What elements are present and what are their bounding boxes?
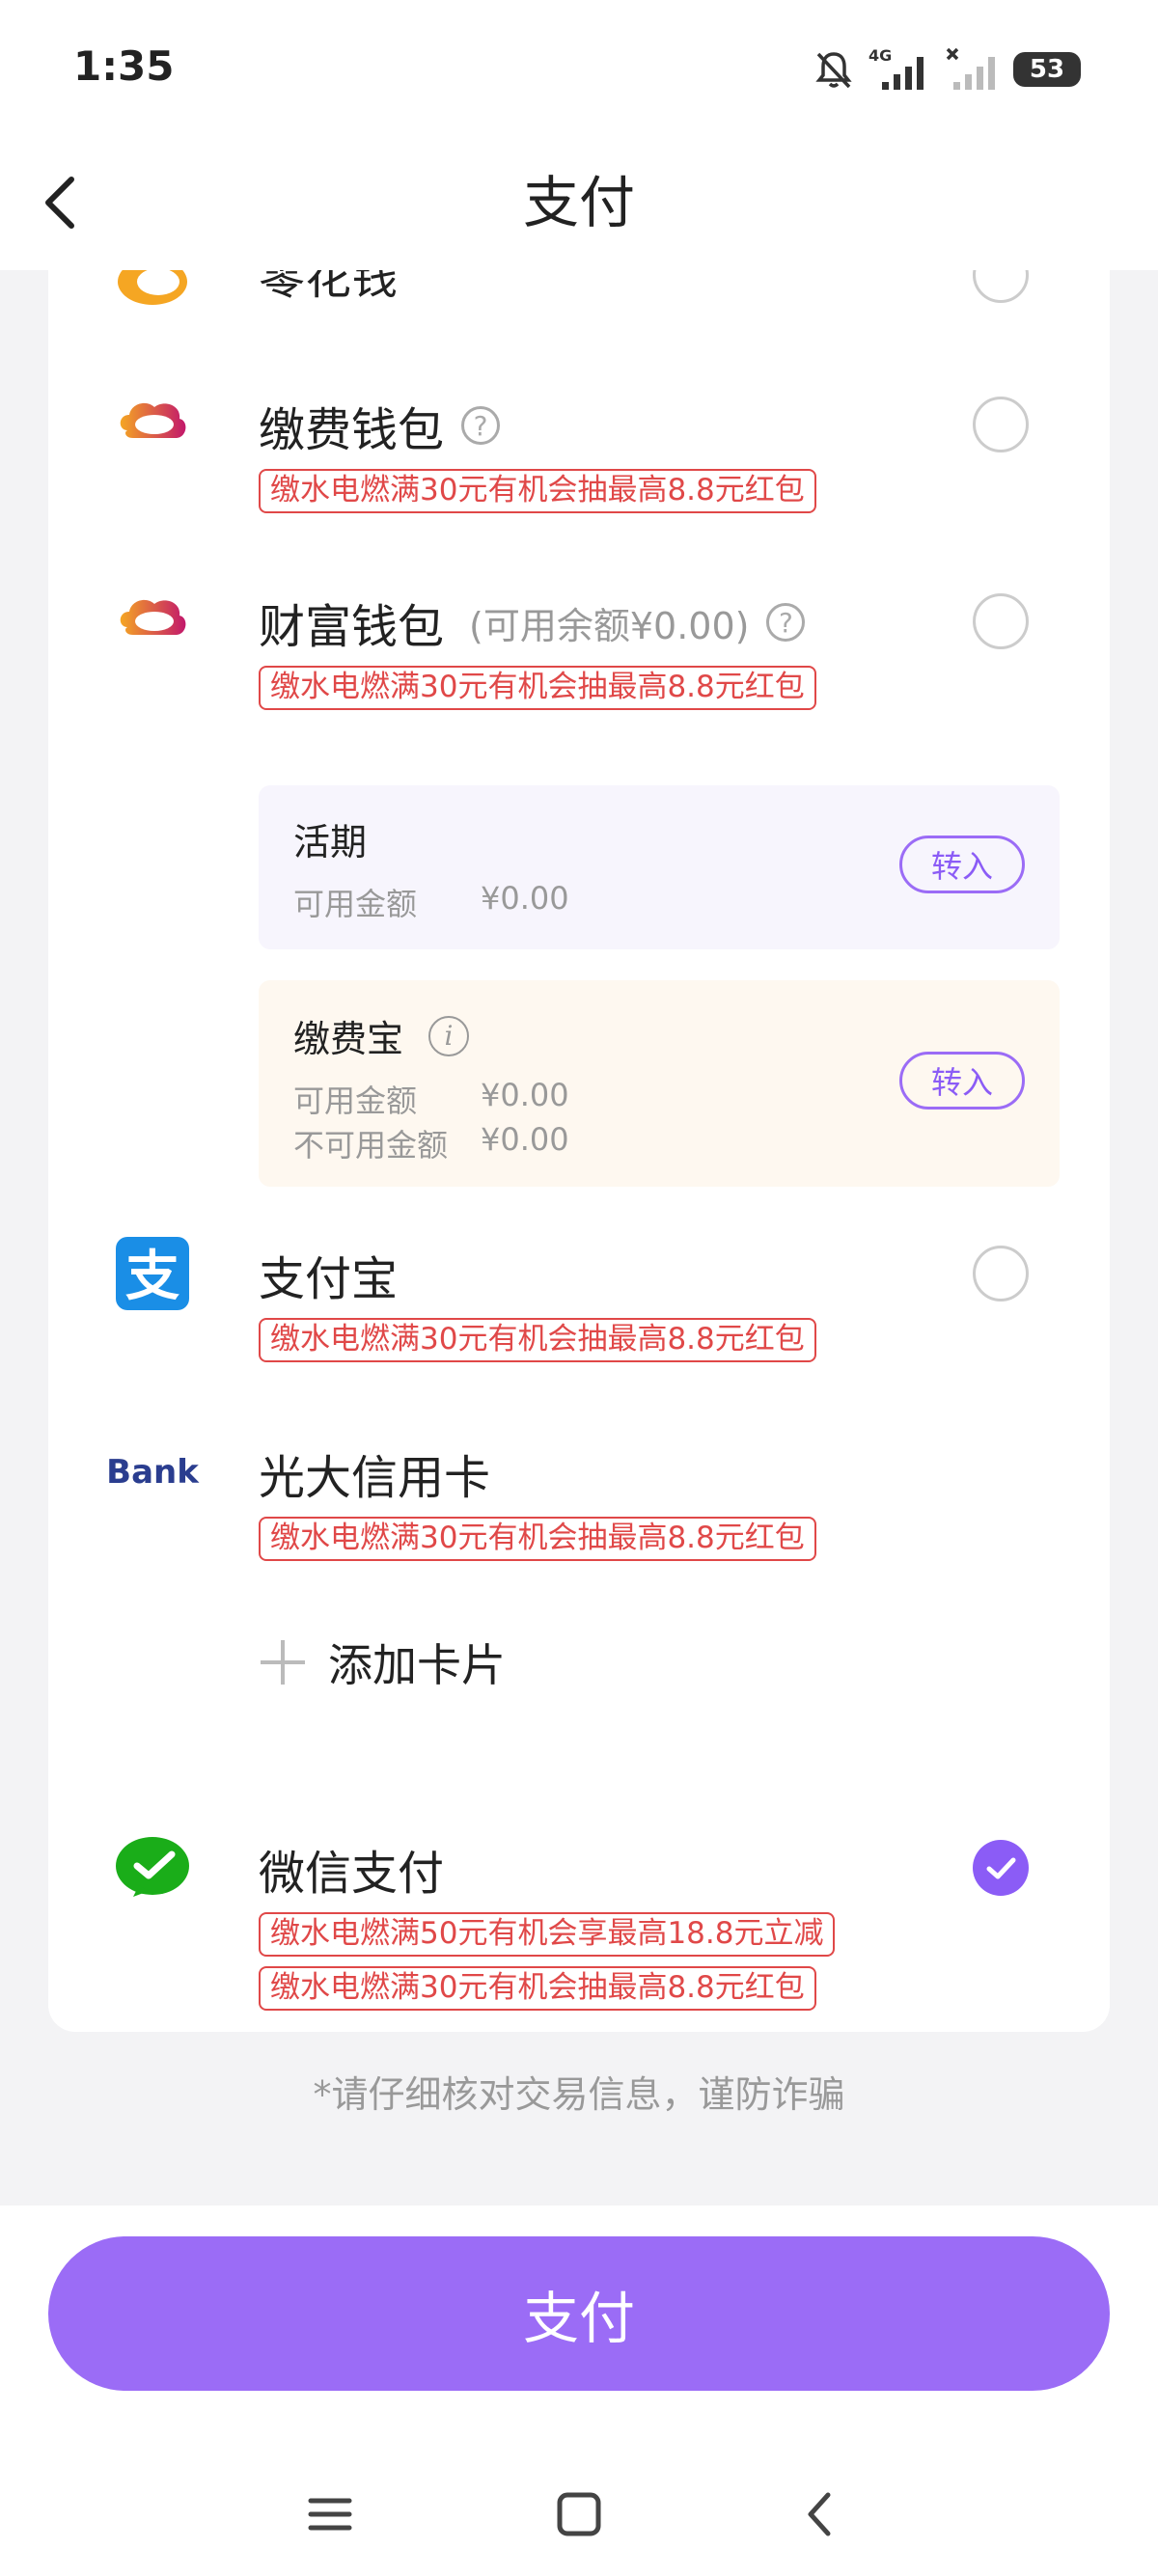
transfer-in-button[interactable]: 转入 (899, 1052, 1025, 1110)
help-icon[interactable]: ? (461, 406, 501, 445)
status-icons: 4G 53 (813, 42, 1081, 96)
promo-badge: 缴水电燃满30元有机会抽最高8.8元红包 (259, 1966, 816, 2011)
wallet-cloud-icon (120, 402, 186, 438)
available-amount-label: 可用金额 (293, 1082, 418, 1119)
plus-icon (261, 1640, 305, 1685)
signal-weak-icon (946, 47, 995, 90)
promo-badge: 缴水电燃满30元有机会抽最高8.8元红包 (259, 666, 816, 710)
payment-method-wechat-pay[interactable]: 微信支付 缴水电燃满50元有机会享最高18.8元立减 缴水电燃满30元有机会抽最… (48, 1829, 1110, 2011)
payment-method-name: 光大信用卡 (259, 1451, 491, 1505)
huoqi-title: 活期 (293, 821, 368, 863)
bank-logo-icon: Bank (106, 1453, 199, 1492)
unavailable-amount-label: 不可用金额 (293, 1127, 449, 1164)
status-bar: 1:35 4G 53 (0, 0, 1158, 135)
promo-badge: 缴水电燃满30元有机会抽最高8.8元红包 (259, 1318, 816, 1362)
check-icon (986, 1857, 1016, 1879)
payment-method-alipay[interactable]: 支 支付宝 缴水电燃满30元有机会抽最高8.8元红包 (48, 1235, 1110, 1362)
transfer-in-button[interactable]: 转入 (899, 836, 1025, 893)
radio-button[interactable] (973, 593, 1029, 649)
help-icon[interactable]: ? (766, 603, 806, 642)
payment-method-name: 零花钱 (259, 270, 399, 305)
status-time: 1:35 (73, 42, 175, 90)
jiaofeibao-title: 缴费宝 (293, 1018, 404, 1060)
payment-methods-card: 零花钱 缴费钱包 ? 缴水电燃满30元有机会抽最高8.8元红包 财富钱包 (可用… (48, 270, 1110, 2032)
payment-method-name: 支付宝 (259, 1252, 399, 1306)
unavailable-amount-value: ¥0.00 (481, 1121, 569, 1158)
alipay-icon: 支 (116, 1237, 189, 1310)
payment-method-name: 缴费钱包 (259, 403, 445, 457)
payment-method-jiaofei-wallet[interactable]: 缴费钱包 ? 缴水电燃满30元有机会抽最高8.8元红包 (48, 386, 1110, 513)
signal-4g-icon: 4G (868, 46, 924, 90)
wallet-cloud-icon (120, 599, 186, 635)
available-balance-note: (可用余额¥0.00) (469, 604, 750, 647)
add-card-label: 添加卡片 (328, 1639, 506, 1691)
payment-method-name: 财富钱包 (259, 600, 445, 654)
svg-text:支: 支 (125, 1246, 179, 1308)
bottom-bar: 支付 (0, 2206, 1158, 2576)
radio-button[interactable] (973, 397, 1029, 452)
radio-button[interactable] (973, 270, 1029, 303)
nav-back-icon[interactable] (791, 2485, 849, 2543)
payment-method-credit-card[interactable]: Bank 光大信用卡 缴水电燃满30元有机会抽最高8.8元红包 (48, 1434, 1110, 1561)
promo-badge: 缴水电燃满50元有机会享最高18.8元立减 (259, 1912, 836, 1957)
promo-badge: 缴水电燃满30元有机会抽最高8.8元红包 (259, 469, 816, 513)
radio-button-selected[interactable] (973, 1840, 1029, 1896)
available-amount-label: 可用金额 (293, 886, 418, 922)
bell-muted-icon (815, 52, 852, 89)
header: 支付 (0, 135, 1158, 270)
pay-button[interactable]: 支付 (48, 2236, 1110, 2391)
bank-logo-text: Bank (106, 1453, 199, 1492)
available-amount-value: ¥0.00 (481, 880, 569, 917)
network-label: 4G (868, 46, 892, 65)
jiaofeibao-box: 缴费宝 i 可用金额 ¥0.00 不可用金额 ¥0.00 转入 (259, 980, 1060, 1187)
info-icon[interactable]: i (428, 1015, 470, 1056)
menu-icon[interactable] (301, 2485, 359, 2543)
payment-method-partial[interactable]: 零花钱 (48, 270, 1110, 318)
battery-indicator: 53 (1013, 52, 1081, 87)
available-amount-value: ¥0.00 (481, 1077, 569, 1113)
page-title: 支付 (522, 170, 635, 235)
home-square-icon[interactable] (550, 2485, 608, 2543)
wechat-pay-icon (116, 1837, 189, 1897)
system-nav-bar (0, 2466, 1158, 2562)
huoqi-box: 活期 可用金额 ¥0.00 转入 (259, 785, 1060, 949)
payment-method-wealth-wallet[interactable]: 财富钱包 (可用余额¥0.00) ? 缴水电燃满30元有机会抽最高8.8元红包 (48, 583, 1110, 710)
payment-method-name: 微信支付 (259, 1847, 445, 1901)
add-card-button[interactable]: 添加卡片 (259, 1631, 506, 1694)
fraud-warning-tip: *请仔细核对交易信息，谨防诈骗 (313, 2073, 845, 2116)
promo-badge: 缴水电燃满30元有机会抽最高8.8元红包 (259, 1517, 816, 1561)
wallet-cloud-icon (118, 270, 187, 305)
radio-button[interactable] (973, 1246, 1029, 1302)
